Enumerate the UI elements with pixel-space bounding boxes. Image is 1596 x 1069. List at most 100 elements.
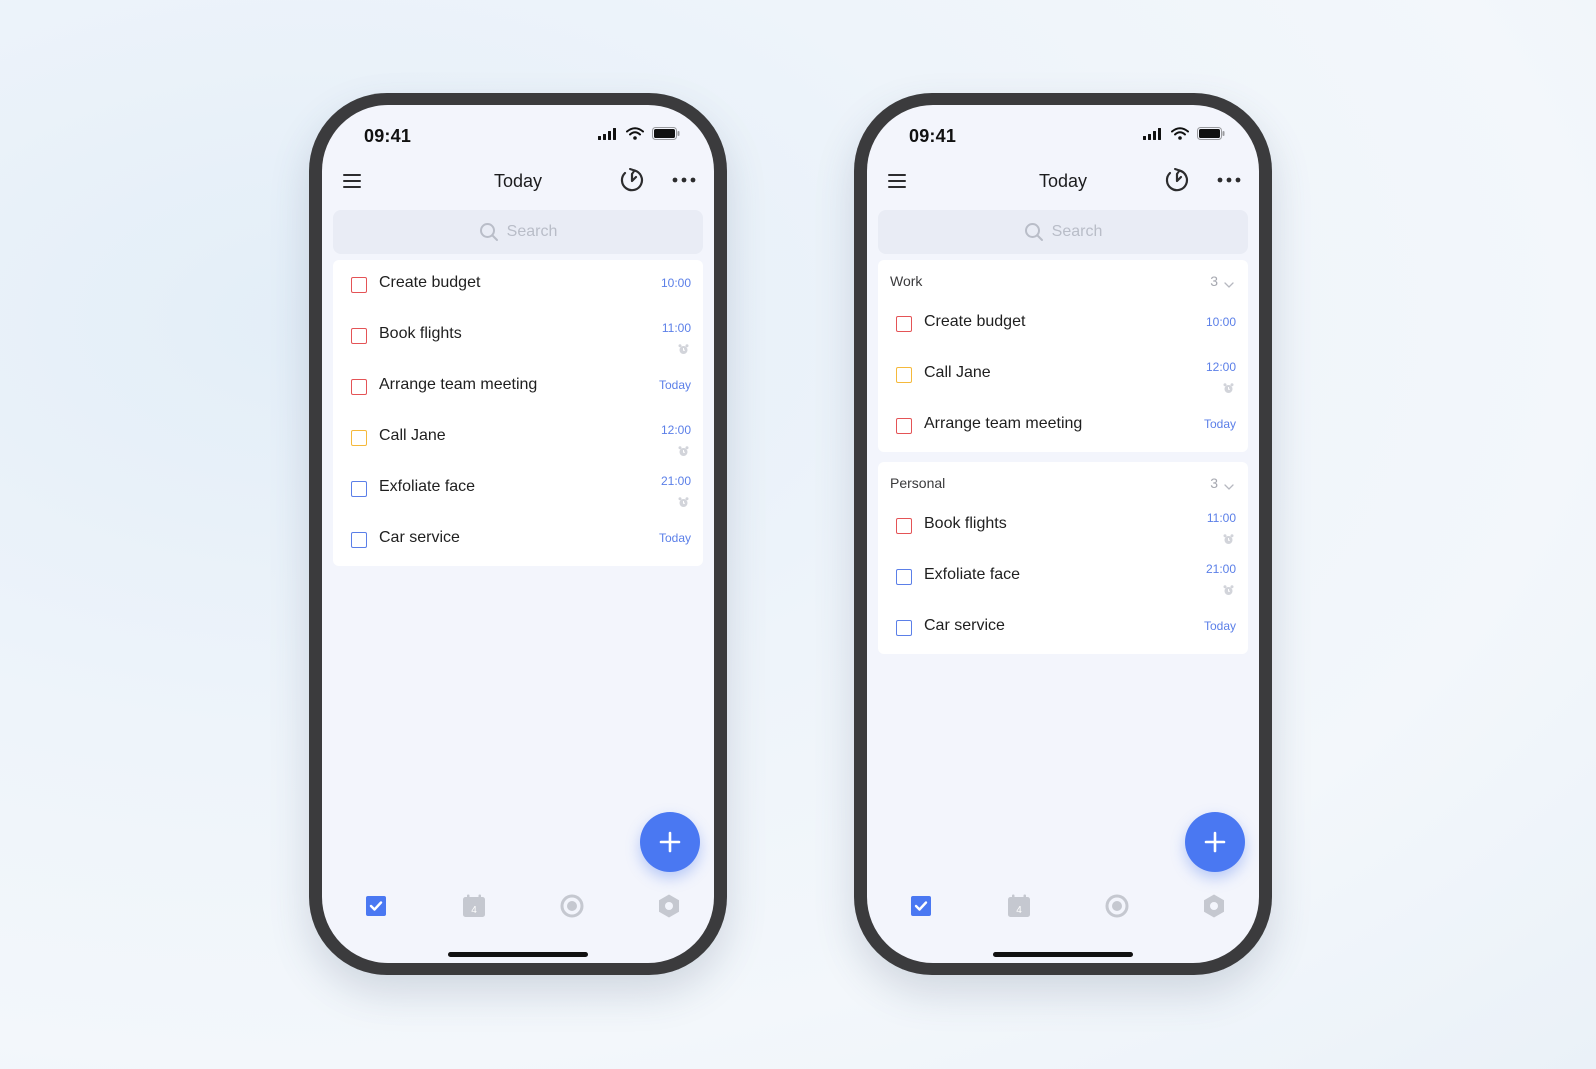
task-row[interactable]: Call Jane 12:00 [878,350,1248,401]
home-indicator[interactable] [993,952,1133,957]
more-horizontal-icon[interactable] [670,168,698,192]
task-row[interactable]: Car service Today [878,603,1248,654]
task-title: Car service [924,617,1005,634]
status-icons [598,127,680,145]
bottom-tab-bar: 4 [867,889,1259,923]
task-title: Call Jane [924,364,991,381]
task-due-date: 12:00 [1205,360,1236,374]
group-name: Personal [890,475,946,491]
hamburger-icon[interactable] [885,169,909,193]
task-due-date: Today [1203,417,1236,431]
task-checkbox[interactable] [351,277,367,293]
task-due-date: Today [658,531,691,545]
task-checkbox[interactable] [351,328,367,344]
task-title: Book flights [924,515,1007,532]
search-icon [1024,222,1044,242]
task-group-work: Work 3 Create budget 10:00 Call Jane 12:00 Arr… [878,260,1248,452]
app-screen: 09:41 Today Search Work 3 Create budget 10:00 C… [867,105,1259,963]
tab-calendar[interactable]: 4 [1002,889,1036,923]
chevron-down-icon[interactable] [1224,478,1234,490]
page-title: Today [493,171,543,191]
page-title: Today [1038,171,1088,191]
task-row[interactable]: Call Jane 12:00 [333,413,703,464]
task-checkbox[interactable] [351,481,367,497]
tab-calendar[interactable]: 4 [457,889,491,923]
hamburger-icon[interactable] [340,169,364,193]
pomodoro-timer-icon[interactable] [1163,166,1191,194]
search-icon [479,222,499,242]
status-time: 09:41 [909,126,957,146]
task-list: Create budget 10:00 Book flights 11:00 Arran… [333,260,703,566]
alarm-reminder-icon [678,444,689,456]
task-row[interactable]: Car service Today [333,515,703,566]
task-checkbox[interactable] [896,518,912,534]
task-row[interactable]: Arrange team meeting Today [878,401,1248,452]
tab-settings[interactable] [652,889,686,923]
add-task-button[interactable] [1185,812,1245,872]
task-title: Create budget [379,274,481,291]
task-checkbox[interactable] [896,367,912,383]
task-due-date: 21:00 [660,474,691,488]
task-due-date: Today [658,378,691,392]
group-name: Work [890,273,923,289]
tab-settings[interactable] [1197,889,1231,923]
status-bar: 09:41 [322,105,714,155]
svg-text:4: 4 [1016,905,1022,916]
alarm-reminder-icon [678,495,689,507]
tab-habit[interactable] [1100,889,1134,923]
search-input[interactable]: Search [333,210,703,254]
cellular-signal-icon [1143,127,1163,145]
task-due-date: 10:00 [660,276,691,290]
tab-habit[interactable] [555,889,589,923]
task-row[interactable]: Exfoliate face 21:00 [878,552,1248,603]
group-count: 3 [1210,273,1218,289]
task-due-date: 21:00 [1205,562,1236,576]
task-checkbox[interactable] [896,569,912,585]
task-checkbox[interactable] [896,620,912,636]
app-screen: 09:41 Today Search Create budget 10:00 Book f… [322,105,714,963]
alarm-reminder-icon [1223,532,1234,544]
task-due-date: 11:00 [1206,511,1236,525]
checkbox-checked-icon [909,894,933,918]
svg-text:4: 4 [471,905,477,916]
home-indicator[interactable] [448,952,588,957]
wifi-icon [1171,127,1189,145]
task-checkbox[interactable] [896,316,912,332]
task-checkbox[interactable] [351,379,367,395]
battery-icon [652,127,680,145]
task-due-date: 11:00 [661,321,691,335]
task-row[interactable]: Create budget 10:00 [333,260,703,311]
tab-tasks[interactable] [359,889,393,923]
chevron-down-icon[interactable] [1224,276,1234,288]
alarm-reminder-icon [1223,583,1234,595]
group-header[interactable]: Personal 3 [878,462,1248,501]
search-placeholder: Search [1051,223,1103,240]
task-title: Book flights [379,325,462,342]
task-group-personal: Personal 3 Book flights 11:00 Exfoliate face… [878,462,1248,654]
phone-frame-grouped-view: 09:41 Today Search Work 3 Create budget 10:00 C… [854,93,1272,975]
task-row[interactable]: Book flights 11:00 [333,311,703,362]
pomodoro-timer-icon[interactable] [618,166,646,194]
group-count: 3 [1210,475,1218,491]
calendar-icon: 4 [1006,893,1032,919]
calendar-icon: 4 [461,893,487,919]
group-header[interactable]: Work 3 [878,260,1248,299]
more-horizontal-icon[interactable] [1215,168,1243,192]
battery-icon [1197,127,1225,145]
task-checkbox[interactable] [351,532,367,548]
search-input[interactable]: Search [878,210,1248,254]
alarm-reminder-icon [678,342,689,354]
task-row[interactable]: Arrange team meeting Today [333,362,703,413]
task-checkbox[interactable] [351,430,367,446]
task-row[interactable]: Exfoliate face 21:00 [333,464,703,515]
task-title: Call Jane [379,427,446,444]
status-bar: 09:41 [867,105,1259,155]
add-task-button[interactable] [640,812,700,872]
task-row[interactable]: Book flights 11:00 [878,501,1248,552]
task-due-date: 10:00 [1205,315,1236,329]
task-row[interactable]: Create budget 10:00 [878,299,1248,350]
wifi-icon [626,127,644,145]
task-title: Exfoliate face [924,566,1021,583]
task-checkbox[interactable] [896,418,912,434]
tab-tasks[interactable] [904,889,938,923]
